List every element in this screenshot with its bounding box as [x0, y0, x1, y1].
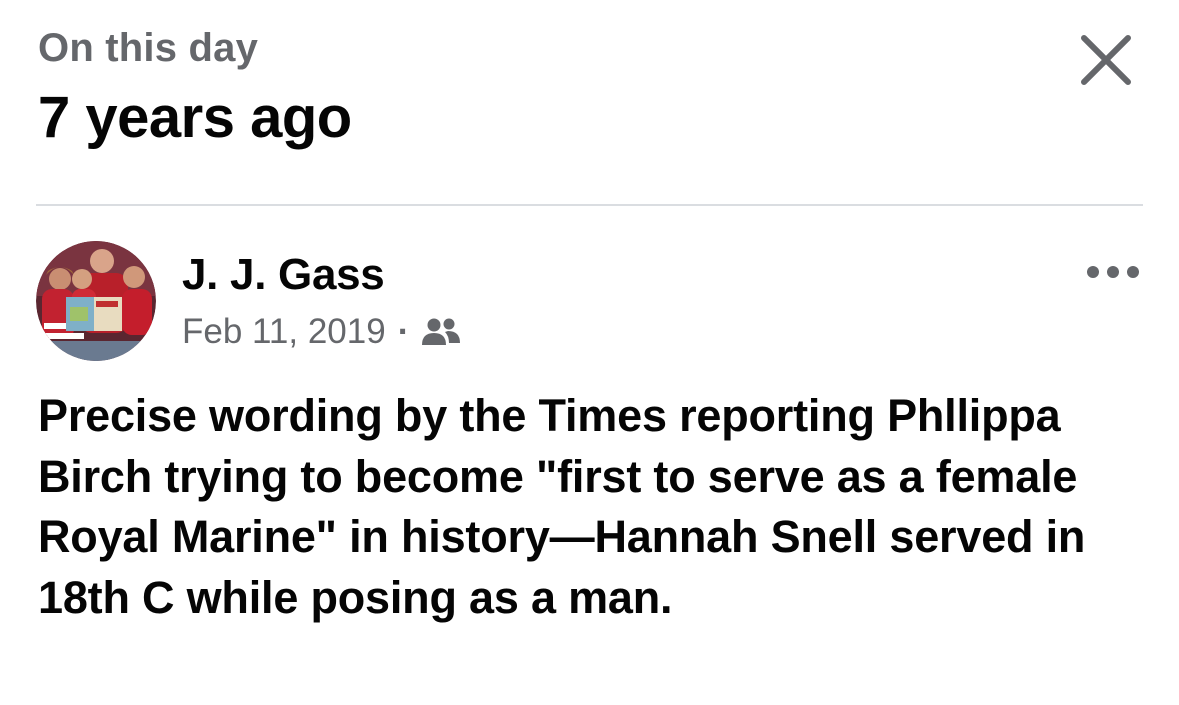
post-meta: Feb 11, 2019 · [182, 312, 461, 352]
post-date[interactable]: Feb 11, 2019 [182, 312, 386, 352]
memories-kicker: On this day [38, 26, 259, 70]
memories-title: 7 years ago [38, 85, 352, 150]
header-divider [36, 204, 1143, 206]
close-icon [1081, 35, 1131, 85]
more-options-button[interactable] [1080, 252, 1146, 292]
avatar[interactable] [36, 241, 156, 361]
close-button[interactable] [1070, 24, 1142, 96]
profile-photo [36, 241, 156, 361]
post-text: Precise wording by the Times reporting P… [38, 390, 1086, 623]
author-name[interactable]: J. J. Gass [182, 250, 385, 300]
on-this-day-screen: On this day 7 years ago J. J. Gass Feb 1… [0, 0, 1179, 705]
friends-icon[interactable] [421, 316, 461, 348]
meta-separator: · [397, 312, 410, 351]
more-options-icon [1087, 266, 1139, 278]
